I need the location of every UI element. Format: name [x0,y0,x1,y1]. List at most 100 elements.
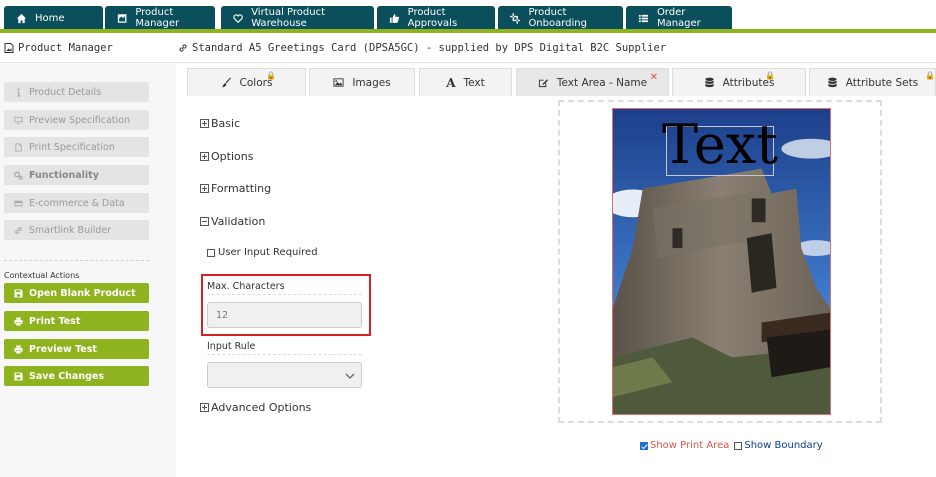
sidebar-item-functionality[interactable]: Functionality [4,165,149,185]
info-icon [17,87,21,97]
nav-tab-virtual-product-warehouse[interactable]: Virtual Product Warehouse [221,6,374,30]
home-icon [16,13,27,23]
nav-tab-home[interactable]: Home [4,6,103,30]
database-icon [828,77,837,88]
sidebar-item-print-specification[interactable]: Print Specification [4,137,149,157]
nav-tab-label: Order Manager [656,7,701,29]
close-icon[interactable]: ✕ [650,72,658,83]
show-boundary-checkbox[interactable] [734,441,743,450]
nav-tab-product-approvals[interactable]: Product Approvals [377,6,495,30]
collapse-icon [200,217,209,226]
font-icon: A [446,75,456,90]
chevron-down-icon [345,373,355,379]
file-icon [15,142,22,152]
tab-attribute-sets[interactable]: Attribute Sets 🔒 [809,68,936,96]
sidebar-item-label: Functionality [29,169,99,181]
database-icon [704,77,714,88]
save-icon [14,288,23,298]
heart-icon [233,13,243,23]
accordion-validation[interactable]: Validation [200,215,265,228]
action-label: Open Blank Product [29,287,136,299]
preview-options: Show Print Area Show Boundary [640,440,823,451]
accordion-advanced-options[interactable]: Advanced Options [200,401,311,414]
accordion-formatting[interactable]: Formatting [200,182,271,195]
sidebar-item-label: Smartlink Builder [29,224,112,236]
edit-icon [538,79,548,88]
print-test-button[interactable]: Print Test [4,311,149,331]
section-title-text: Product Manager [18,42,113,54]
nav-tab-product-onboarding[interactable]: Product Onboarding [498,6,623,30]
link-icon [179,44,187,52]
monitor-icon [14,116,23,124]
sidebar-item-label: Product Details [29,86,102,98]
top-navigation: Home Product Manager Virtual Product War… [0,0,936,33]
expand-icon [200,152,209,161]
tab-text-area-name[interactable]: Text Area - Name ✕ [516,68,669,96]
sidebar-item-label: Preview Specification [29,114,130,126]
tab-label: Text Area - Name [556,76,648,89]
tab-colors[interactable]: Colors 🔒 [187,68,306,96]
sidebar-item-preview-specification[interactable]: Preview Specification [4,110,149,130]
sidebar-item-ecommerce-data[interactable]: E-commerce & Data [4,193,149,213]
cogs-icon [14,171,23,180]
nav-tab-label: Virtual Product Warehouse [251,7,326,29]
lock-icon: 🔒 [925,71,935,80]
accordion-options[interactable]: Options [200,150,253,163]
nav-tab-product-manager[interactable]: Product Manager [105,6,215,30]
accordion-label: Formatting [211,182,272,195]
nav-tab-order-manager[interactable]: Order Manager [626,6,732,30]
sidebar: Product Details Preview Specification Pr… [0,64,176,477]
accordion-label: Options [211,150,254,163]
user-input-required-label: User Input Required [218,247,318,258]
action-label: Preview Test [29,343,97,355]
sidebar-item-smartlink-builder[interactable]: Smartlink Builder [4,220,149,240]
link-icon [15,226,22,234]
product-manager-icon [117,13,127,23]
lock-icon: 🔒 [266,71,276,80]
product-title: Standard A5 Greetings Card (DPSA5GC) - s… [178,42,666,54]
user-input-required-checkbox[interactable] [207,248,215,257]
contextual-actions-label: Contextual Actions [4,271,80,280]
save-icon [14,371,23,381]
input-rule-label: Input Rule [207,341,256,352]
credit-card-icon [14,200,23,206]
nav-tab-label: Product Manager [135,7,180,29]
accordion-basic[interactable]: Basic [200,117,240,130]
tab-text[interactable]: A Text [419,68,512,96]
nav-tab-label: Product Onboarding [528,7,587,29]
accordion-label: Basic [211,117,241,130]
tab-attributes[interactable]: Attributes 🔒 [672,68,806,96]
lock-icon: 🔒 [765,71,775,80]
preview-test-button[interactable]: Preview Test [4,339,149,359]
print-icon [14,316,23,326]
tab-images[interactable]: Images [309,68,415,96]
page-header: Product Manager Standard A5 Greetings Ca… [0,33,936,63]
expand-icon [200,403,209,412]
input-rule-select[interactable] [207,362,362,388]
nav-tab-label: Home [35,12,65,24]
tab-label: Images [352,76,391,89]
expand-icon [200,184,209,193]
nav-tab-label: Product Approvals [407,7,458,29]
sidebar-divider [4,260,149,261]
image-icon [333,78,344,87]
list-icon [638,14,649,22]
show-print-area-label: Show Print Area [650,440,730,451]
show-boundary-label: Show Boundary [744,440,823,451]
accordion-label: Validation [211,215,266,228]
open-blank-product-button[interactable]: Open Blank Product [4,283,149,303]
editor-tabs: Colors 🔒 Images A Text Text Area - Name … [186,68,936,96]
tab-label: Attribute Sets [845,76,919,89]
sidebar-item-product-details[interactable]: Product Details [4,82,149,102]
crop-icon [510,12,521,24]
brush-icon [221,77,231,88]
sidebar-item-label: Print Specification [29,141,115,153]
thumbs-up-icon [389,13,400,23]
tab-label: Text [463,76,485,89]
save-changes-button[interactable]: Save Changes [4,366,149,386]
show-print-area-checkbox[interactable] [640,441,648,450]
field-divider [207,354,362,355]
text-area-overlay[interactable]: Text [662,118,778,172]
print-icon [14,344,23,354]
action-label: Print Test [29,315,81,327]
